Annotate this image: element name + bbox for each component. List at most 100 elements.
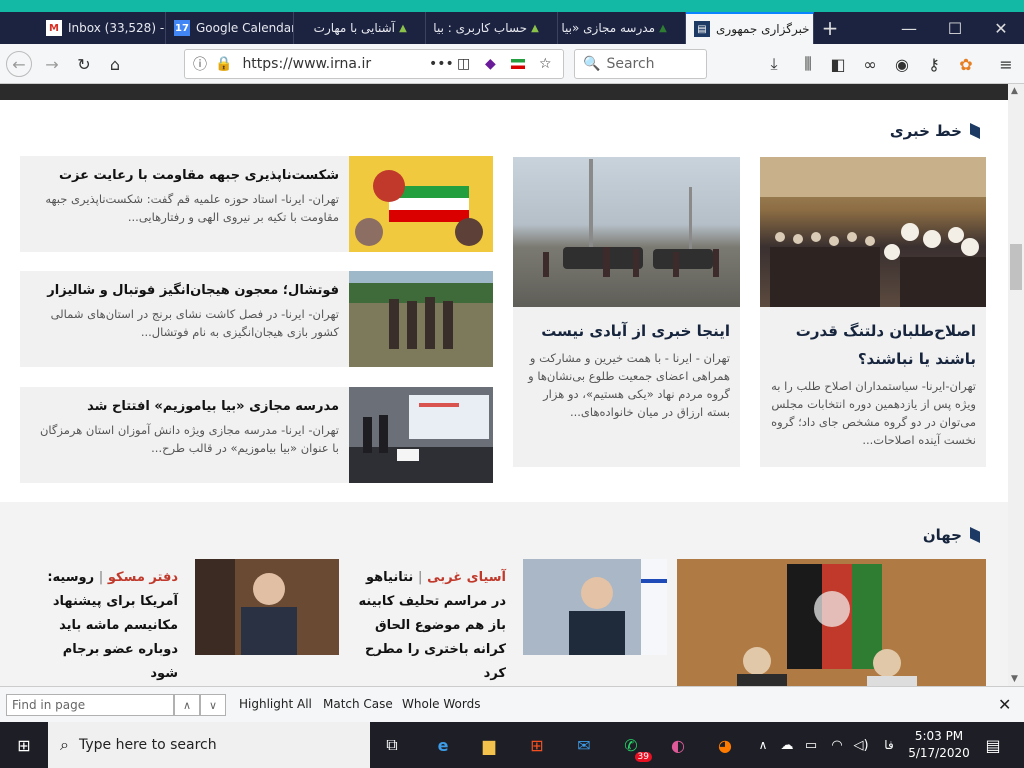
news-title[interactable]: مدرسه مجازی «بیا بیاموزیم» افتتاح شد: [39, 399, 339, 414]
site-icon: ▲: [399, 22, 407, 34]
news-card-reformists[interactable]: اصلاح‌طلبان دلتنگ قدرت باشند یا نباشند؟ …: [760, 157, 986, 467]
paint-icon[interactable]: ◐: [663, 730, 693, 760]
news-title-text[interactable]: روسیه: آمریکا برای پیشنهاد مکانیسم ماشه …: [47, 570, 178, 681]
download-icon[interactable]: ⤓: [762, 52, 786, 76]
scroll-up-arrow[interactable]: ▲: [1011, 86, 1018, 96]
tab-gmail[interactable]: M Inbox (33,528) -: [38, 12, 166, 44]
news-list-item[interactable]: شکست‌ناپذیری جبهه مقاومت با رعایت عزت ته…: [20, 156, 493, 252]
firefox-icon[interactable]: ◕: [710, 730, 740, 760]
resistance-illustration: [349, 156, 493, 252]
section-title: جهان: [922, 526, 962, 544]
street-photo: [543, 159, 719, 277]
clock-time: 5:03 PM: [914, 729, 964, 743]
tab-irna[interactable]: ▤ خبرگزاری جمهوری ✕: [686, 12, 814, 44]
news-list-item[interactable]: فوتشال؛ معجون هیجان‌انگیز فوتبال و شالیز…: [20, 271, 493, 367]
classroom-photo: [349, 387, 493, 483]
info-icon[interactable]: ⓘ: [193, 54, 207, 74]
reload-button[interactable]: ↻: [72, 52, 96, 76]
new-tab-button[interactable]: +: [814, 12, 846, 44]
minimize-button[interactable]: —: [886, 12, 932, 44]
lock-icon: 🔒: [215, 56, 233, 72]
url-text[interactable]: https://www.irna.ir: [242, 56, 371, 72]
close-window-button[interactable]: ✕: [978, 12, 1024, 44]
notifications-icon[interactable]: ▤: [978, 730, 1008, 760]
pocket-icon[interactable]: ◫: [457, 56, 470, 72]
world-news-title[interactable]: آسیای غربی | نتانیاهو در مراسم تحلیف کاب…: [356, 566, 506, 686]
back-button[interactable]: ←: [6, 51, 32, 77]
news-desc: تهران-ایرنا- سیاستمداران اصلاح طلب را به…: [771, 379, 976, 447]
address-bar[interactable]: ⓘ 🔒 https://www.irna.ir ••• ◫ ◆ ☆: [184, 49, 564, 79]
news-card-abadi[interactable]: اینجا خبری از آبادی نیست تهران - ایرنا -…: [513, 157, 740, 467]
extension-addon-icon[interactable]: ✿: [954, 52, 978, 76]
key-icon[interactable]: ⚷: [922, 52, 946, 76]
section-flag-icon: [970, 123, 980, 139]
news-category[interactable]: دفتر مسکو: [108, 570, 178, 585]
file-explorer-icon[interactable]: ▆: [474, 730, 504, 760]
edge-icon[interactable]: e: [428, 730, 458, 760]
news-title[interactable]: اینجا خبری از آبادی نیست: [520, 317, 730, 345]
news-title[interactable]: اصلاح‌طلبان دلتنگ قدرت باشند یا نباشند؟: [766, 317, 976, 373]
match-case-checkbox[interactable]: Match Case: [323, 697, 393, 711]
find-previous-button[interactable]: ∧: [174, 694, 200, 716]
account-icon[interactable]: ◉: [890, 52, 914, 76]
news-title[interactable]: شکست‌ناپذیری جبهه مقاومت با رعایت عزت: [39, 168, 339, 183]
news-title-text[interactable]: نتانیاهو در مراسم تحلیف کابینه باز هم مو…: [359, 570, 506, 681]
news-image: [349, 271, 493, 367]
windows-taskbar: ⊞ ⌕ Type here to search ⧉ e ▆ ⊞ ✉ ✆ 39 ◐ …: [0, 722, 1024, 768]
tab-skills[interactable]: ▲ آشنایی با مهارت: [294, 12, 426, 44]
tab-label: Google Calendar: [196, 21, 294, 35]
taskbar-search-box[interactable]: ⌕ Type here to search: [48, 722, 370, 768]
mail-icon[interactable]: ✉: [569, 730, 599, 760]
section-world[interactable]: جهان: [923, 526, 980, 544]
find-next-button[interactable]: ∨: [200, 694, 226, 716]
close-find-bar-icon[interactable]: ✕: [998, 695, 1011, 714]
news-list-item[interactable]: مدرسه مجازی «بیا بیاموزیم» افتتاح شد تهر…: [20, 387, 493, 483]
vertical-scrollbar[interactable]: ▲ ▼: [1008, 84, 1024, 686]
maximize-button[interactable]: ☐: [932, 12, 978, 44]
windows-start-icon[interactable]: ⊞: [9, 730, 39, 760]
search-placeholder: Type here to search: [78, 737, 217, 753]
volume-icon[interactable]: ◁): [846, 730, 876, 760]
world-section: جهان آسیای غربی | نتانیاهو در مراسم تحلی…: [0, 502, 1008, 686]
section-news-line[interactable]: خط خبری: [890, 122, 980, 140]
world-news-title[interactable]: دفتر مسکو | روسیه: آمریکا برای پیشنهاد م…: [32, 566, 178, 686]
language-indicator[interactable]: فا: [874, 730, 904, 760]
taskbar-clock[interactable]: 5:03 PM 5/17/2020: [904, 728, 974, 762]
news-image: [349, 387, 493, 483]
news-image: [349, 156, 493, 252]
rice-field-photo: [349, 271, 493, 367]
library-icon[interactable]: ⫼: [796, 52, 820, 76]
tab-virtual-school[interactable]: ▲ مدرسه مجازی «بیا: [558, 12, 686, 44]
search-bar[interactable]: 🔍 Search: [574, 49, 707, 79]
calendar-icon: 17: [174, 20, 190, 36]
home-button[interactable]: ⌂: [103, 52, 127, 76]
top-dark-bar: [0, 84, 1008, 100]
section-flag-icon: [970, 527, 980, 543]
task-view-icon[interactable]: ⧉: [377, 730, 407, 760]
news-category[interactable]: آسیای غربی: [427, 570, 506, 585]
bookmark-star-icon[interactable]: ☆: [539, 56, 552, 72]
page-actions-icon[interactable]: •••: [429, 56, 454, 72]
scrollbar-thumb[interactable]: [1010, 244, 1022, 290]
forward-button[interactable]: →: [40, 52, 64, 76]
whatsapp-badge: 39: [634, 752, 652, 762]
news-desc: تهران- ایرنا- مدرسه مجازی ویژه دانش آموز…: [39, 423, 339, 455]
news-title[interactable]: فوتشال؛ معجون هیجان‌انگیز فوتبال و شالیز…: [39, 283, 339, 298]
search-placeholder: Search: [606, 56, 655, 72]
separator: |: [98, 570, 104, 585]
whole-words-checkbox[interactable]: Whole Words: [402, 697, 480, 711]
menu-icon[interactable]: ≡: [994, 52, 1018, 76]
tab-google-calendar[interactable]: 17 Google Calendar: [166, 12, 294, 44]
store-icon[interactable]: ⊞: [522, 730, 552, 760]
tab-user-account[interactable]: ▲ حساب کاربری : بیا: [426, 12, 558, 44]
scroll-down-arrow[interactable]: ▼: [1011, 674, 1018, 684]
find-input[interactable]: Find in page: [6, 694, 174, 716]
extension-icon[interactable]: ◆: [485, 56, 496, 72]
mask-icon[interactable]: ∞: [858, 52, 882, 76]
sidebar-icon[interactable]: ◧: [826, 52, 850, 76]
whatsapp-icon[interactable]: ✆ 39: [616, 730, 652, 762]
flag-icon[interactable]: [511, 59, 525, 69]
news-desc: تهران- ایرنا- در فصل کاشت نشای برنج در ا…: [50, 307, 339, 339]
news-image: [523, 559, 667, 655]
highlight-all-checkbox[interactable]: Highlight All: [239, 697, 312, 711]
